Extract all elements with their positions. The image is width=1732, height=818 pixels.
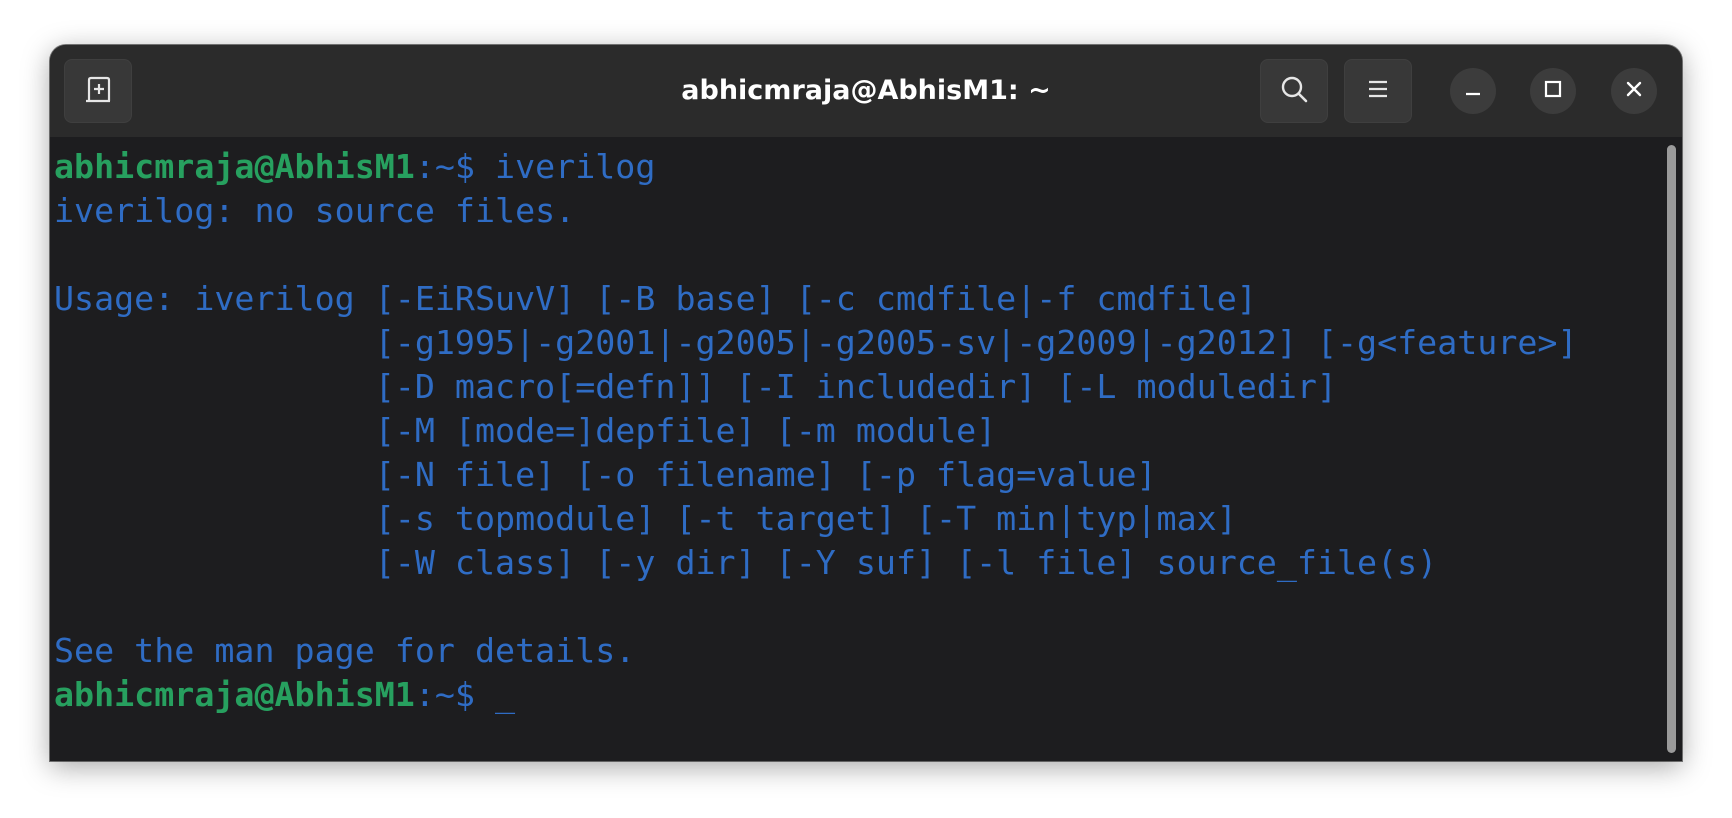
terminal-output[interactable]: abhicmraja@AbhisM1:~$ iverilog iverilog:…	[54, 137, 1660, 761]
command-text: iverilog	[495, 147, 656, 186]
hamburger-menu-icon	[1365, 76, 1391, 107]
output-line: iverilog: no source files.	[54, 191, 576, 230]
search-icon	[1279, 74, 1309, 109]
prompt-suffix: :~$	[414, 147, 496, 186]
output-line: [-g1995|-g2001|-g2005|-g2005-sv|-g2009|-…	[54, 323, 1578, 362]
output-line: Usage: iverilog [-EiRSuvV] [-B base] [-c…	[54, 279, 1257, 318]
window-title: abhicmraja@AbhisM1: ~	[681, 75, 1051, 106]
output-line: [-D macro[=defn]] [-I includedir] [-L mo…	[54, 367, 1337, 406]
maximize-icon	[1543, 79, 1563, 104]
menu-button[interactable]	[1344, 59, 1412, 123]
prompt-line: abhicmraja@AbhisM1:~$ _	[54, 673, 1660, 717]
output-line: [-M [mode=]depfile] [-m module]	[54, 411, 997, 450]
minimize-icon	[1463, 79, 1483, 104]
search-button[interactable]	[1260, 59, 1328, 123]
prompt-user: abhicmraja@AbhisM1	[54, 147, 415, 186]
output-line: [-s topmodule] [-t target] [-T min|typ|m…	[54, 499, 1237, 538]
header-bar: abhicmraja@AbhisM1: ~	[50, 45, 1682, 137]
close-icon	[1624, 79, 1644, 104]
scrollbar[interactable]	[1667, 145, 1676, 753]
terminal-window: abhicmraja@AbhisM1: ~ abhicmraja@AbhisM1…	[50, 45, 1682, 761]
prompt-user: abhicmraja@AbhisM1	[54, 675, 415, 714]
minimize-button[interactable]	[1450, 68, 1496, 114]
prompt-line: abhicmraja@AbhisM1:~$ iverilog	[54, 145, 1660, 189]
text-cursor: _	[495, 675, 516, 714]
prompt-suffix: :~$	[414, 675, 496, 714]
output-line: [-W class] [-y dir] [-Y suf] [-l file] s…	[54, 543, 1438, 582]
output-line: [-N file] [-o filename] [-p flag=value]	[54, 455, 1157, 494]
maximize-button[interactable]	[1530, 68, 1576, 114]
output-line: See the man page for details.	[54, 631, 636, 670]
close-button[interactable]	[1611, 68, 1657, 114]
